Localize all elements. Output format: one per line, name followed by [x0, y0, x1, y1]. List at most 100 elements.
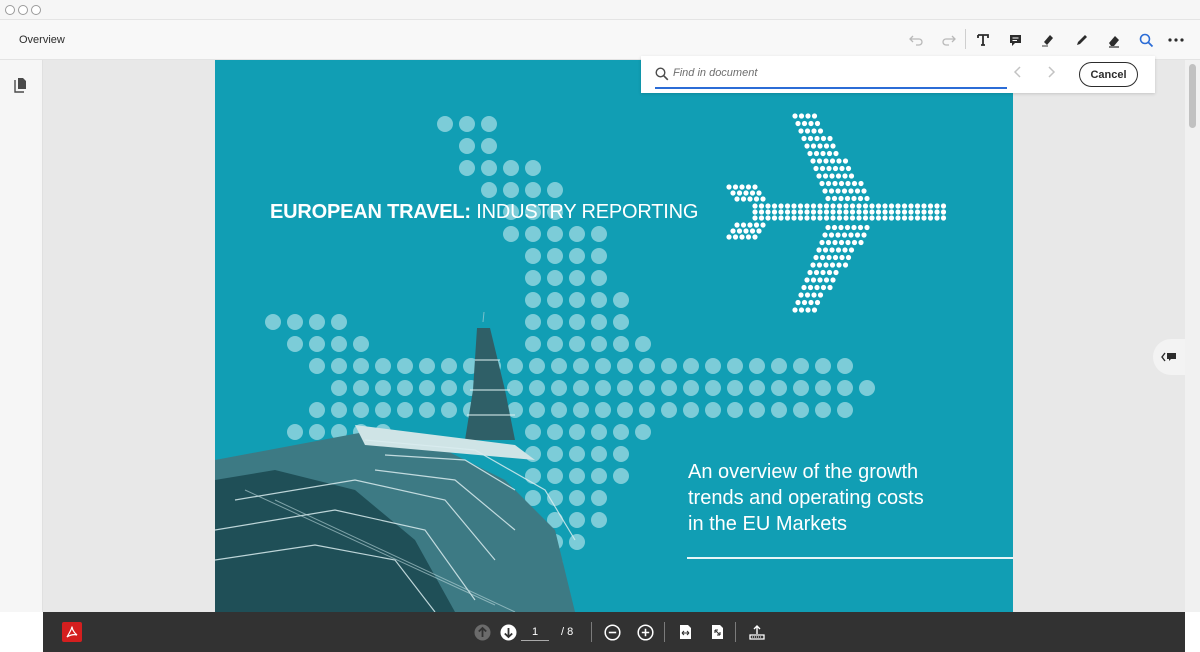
- plane-dot: [816, 262, 823, 268]
- window-titlebar: [0, 0, 1200, 20]
- map-dot: [591, 292, 607, 308]
- map-dot: [793, 402, 809, 418]
- plane-dot: [827, 135, 833, 142]
- plane-dot: [895, 209, 901, 215]
- plane-dot: [838, 224, 844, 231]
- zoom-out-button[interactable]: [602, 622, 622, 642]
- next-page-button[interactable]: [498, 622, 518, 642]
- plane-dot: [940, 203, 947, 209]
- fit-width-icon: [679, 625, 691, 639]
- minimize-window-button[interactable]: [18, 5, 28, 15]
- redo-button[interactable]: [937, 28, 961, 52]
- plane-dot: [752, 184, 758, 190]
- map-dot: [331, 402, 347, 418]
- scrollbar-thumb[interactable]: [1189, 64, 1196, 128]
- cancel-button[interactable]: Cancel: [1079, 62, 1138, 87]
- add-comment-button[interactable]: [1003, 28, 1027, 52]
- plane-dot: [827, 284, 833, 291]
- plane-dot: [798, 307, 805, 313]
- plane-dot: [808, 299, 814, 306]
- map-dot: [837, 402, 853, 418]
- undo-button[interactable]: [904, 28, 928, 52]
- map-dot: [481, 160, 497, 176]
- plane-dot: [801, 299, 808, 306]
- map-dot: [375, 380, 391, 396]
- next-result-button[interactable]: [1046, 65, 1062, 83]
- chevron-right-icon: [1048, 66, 1056, 78]
- plane-dot: [869, 209, 875, 215]
- map-dot: [661, 402, 677, 418]
- map-dot: [573, 358, 589, 374]
- export-button[interactable]: [747, 622, 767, 642]
- map-dot: [481, 116, 497, 132]
- map-dot: [309, 314, 325, 330]
- erase-button[interactable]: [1102, 28, 1126, 52]
- pencil-icon: [1076, 34, 1087, 45]
- map-dot: [529, 358, 545, 374]
- plane-dot: [810, 158, 816, 164]
- plane-dot: [826, 150, 833, 157]
- map-dot: [683, 380, 699, 396]
- plane-dot: [739, 234, 745, 240]
- plane-dot: [804, 209, 810, 215]
- map-dot: [705, 402, 721, 418]
- map-dot: [547, 446, 563, 462]
- draw-button[interactable]: [1069, 28, 1093, 52]
- map-dot: [569, 512, 585, 528]
- fit-page-button[interactable]: [707, 622, 727, 642]
- plane-dot: [848, 247, 855, 253]
- plane-dot: [864, 224, 870, 231]
- map-dot: [771, 358, 787, 374]
- add-text-button[interactable]: [971, 28, 995, 52]
- highlight-button[interactable]: [1036, 28, 1060, 52]
- plane-dot: [830, 203, 836, 209]
- plane-dot: [823, 215, 830, 221]
- previous-page-button[interactable]: [472, 622, 492, 642]
- map-dot: [529, 380, 545, 396]
- comments-panel-toggle[interactable]: [1153, 339, 1185, 375]
- plane-dot: [822, 188, 828, 194]
- zoom-window-button[interactable]: [31, 5, 41, 15]
- search-button[interactable]: [1134, 28, 1158, 52]
- map-dot: [613, 314, 629, 330]
- document-viewer[interactable]: EUROPEAN TRAVEL: INDUSTRY REPORTING An o…: [43, 60, 1185, 612]
- plane-dot: [888, 209, 895, 215]
- page-total: / 8: [561, 626, 574, 638]
- fit-width-button[interactable]: [675, 622, 695, 642]
- map-dot: [265, 314, 281, 330]
- map-dot: [591, 512, 607, 528]
- plane-dot: [811, 128, 817, 134]
- plane-dot: [856, 209, 862, 215]
- vertical-scrollbar[interactable]: [1185, 60, 1200, 612]
- plane-dot: [914, 209, 921, 215]
- plane-dot: [934, 215, 940, 221]
- plane-dot: [841, 232, 848, 238]
- find-input[interactable]: [673, 67, 1003, 79]
- plane-dot: [836, 262, 842, 268]
- plane-dot: [901, 215, 908, 221]
- map-dot: [419, 380, 435, 396]
- page-thumbnails-button[interactable]: [14, 77, 30, 95]
- plane-dot: [760, 196, 766, 202]
- zoom-in-button[interactable]: [635, 622, 655, 642]
- plane-dot: [784, 203, 791, 209]
- map-dot: [441, 402, 457, 418]
- close-window-button[interactable]: [5, 5, 15, 15]
- plane-dot: [882, 209, 888, 215]
- map-dot: [569, 446, 585, 462]
- plane-dot: [857, 195, 864, 202]
- map-dot: [503, 182, 519, 198]
- plane-dot: [901, 203, 908, 209]
- plane-dot: [833, 150, 839, 157]
- plane-dot: [749, 190, 756, 196]
- plane-dot: [851, 195, 857, 202]
- previous-result-button[interactable]: [1013, 65, 1029, 83]
- more-options-button[interactable]: [1164, 28, 1188, 52]
- plane-dot: [841, 188, 848, 194]
- eraser-icon: [1109, 35, 1119, 48]
- plane-dot: [832, 254, 839, 261]
- map-dot: [591, 270, 607, 286]
- plane-dot: [934, 203, 940, 209]
- page-number-input[interactable]: [521, 623, 549, 641]
- plane-dot: [823, 143, 830, 149]
